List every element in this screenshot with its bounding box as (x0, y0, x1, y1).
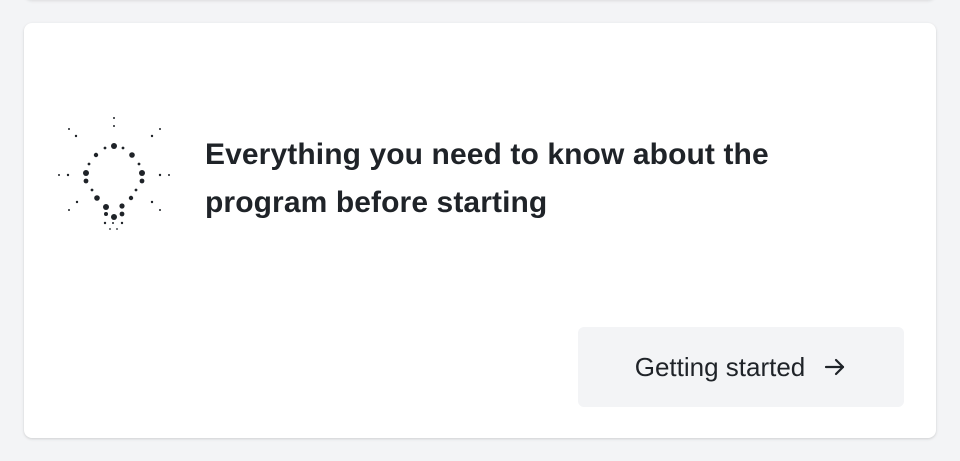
info-card: Everything you need to know about the pr… (24, 23, 936, 438)
lightbulb-icon (56, 115, 176, 235)
getting-started-label: Getting started (634, 351, 806, 382)
arrow-right-icon (823, 355, 847, 379)
card-headline: Everything you need to know about the pr… (205, 138, 769, 219)
getting-started-button[interactable]: Getting started (578, 327, 904, 407)
